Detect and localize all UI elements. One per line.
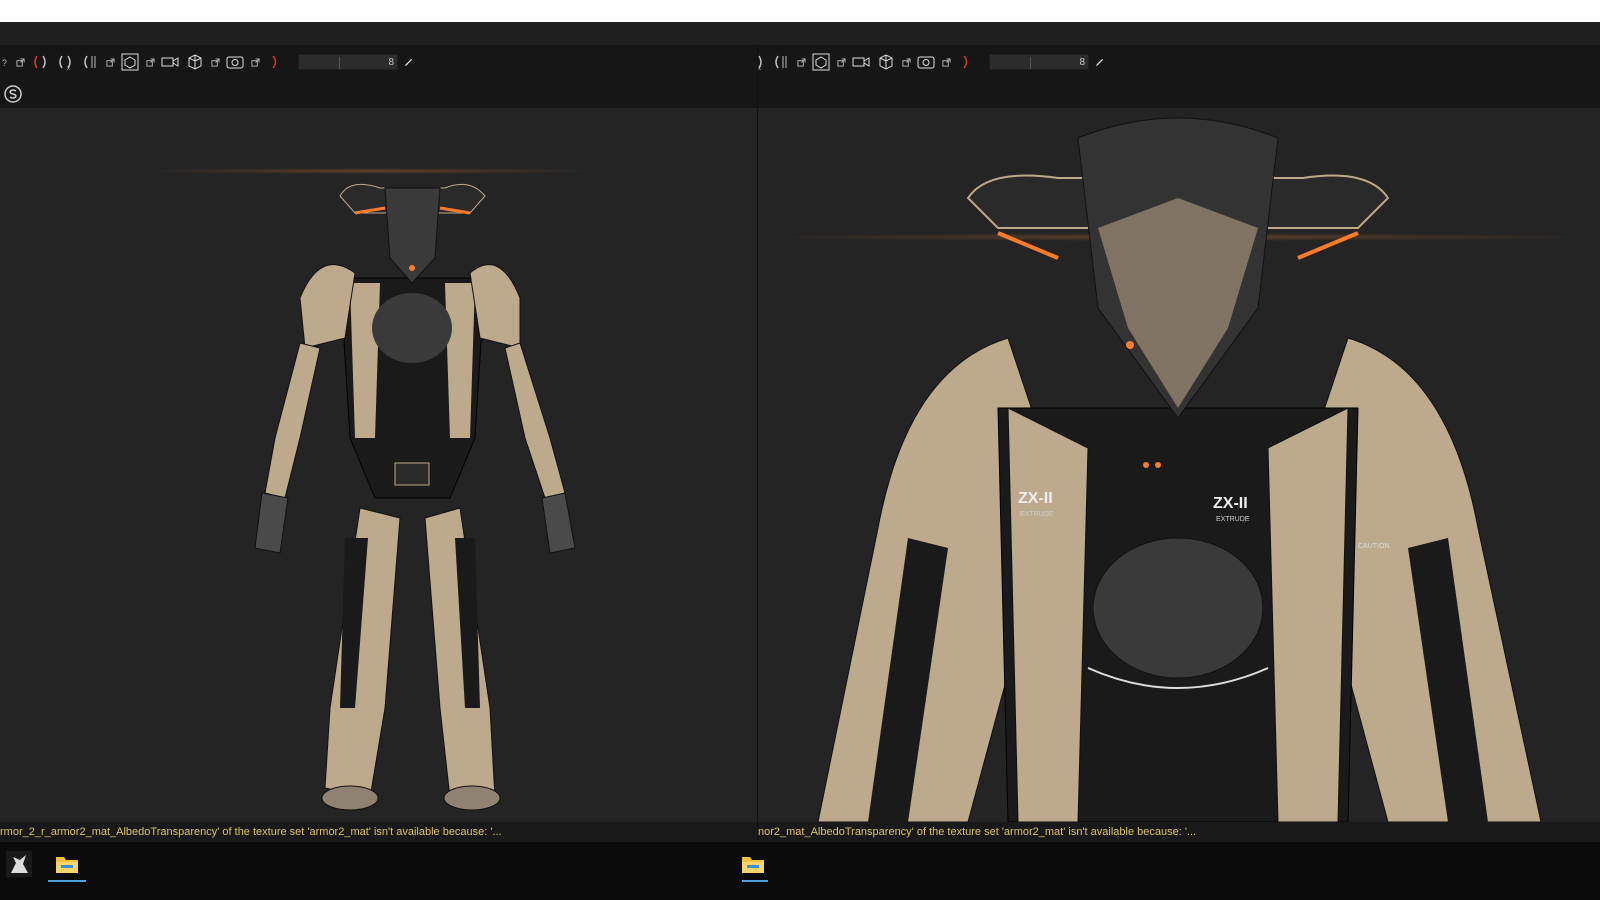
popout-icon[interactable] — [250, 52, 260, 72]
svg-text:x: x — [67, 66, 70, 71]
file-explorer-icon[interactable] — [54, 851, 80, 877]
chest-label-right: ZX-II — [1213, 495, 1248, 512]
bracket-red-icon[interactable] — [265, 52, 285, 72]
svg-text:x: x — [758, 66, 761, 71]
viewport-toolbar-right: x 8 — [758, 45, 1600, 108]
caution-label: CAUTION — [1358, 543, 1390, 550]
popout-icon[interactable] — [836, 52, 846, 72]
armor-model-closeup: ZX-II EXTRUDE ZX-II EXTRUDE CAUTION — [758, 117, 1600, 823]
viewport-pane-right: x 8 ZX-II EXTRUDE ZX-II EXTRUDE CAUTION … — [757, 45, 1600, 842]
camera-video-icon[interactable] — [160, 52, 180, 72]
viewport-toolbar-left: ? x 8 — [0, 45, 757, 108]
popout-icon[interactable] — [105, 52, 115, 72]
status-message: nor2_mat_AlbedoTransparency' of the text… — [758, 826, 1197, 838]
svg-text:?: ? — [1, 58, 6, 67]
menu-strip — [0, 22, 1600, 45]
file-explorer-icon[interactable] — [740, 851, 766, 877]
help-icon[interactable]: ? — [0, 52, 10, 72]
camera-video-icon[interactable] — [851, 52, 871, 72]
popout-icon[interactable] — [941, 52, 951, 72]
active-indicator — [742, 880, 768, 882]
3d-box-icon[interactable] — [185, 52, 205, 72]
status-bar-left: rmor_2_r_armor2_mat_AlbedoTransparency' … — [0, 822, 757, 842]
brush-size-slider[interactable]: 8 — [989, 54, 1089, 70]
status-bar-right: nor2_mat_AlbedoTransparency' of the text… — [758, 822, 1600, 842]
view-cube-icon[interactable] — [811, 52, 831, 72]
chest-sublabel-right: EXTRUDE — [1216, 516, 1250, 523]
pencil-icon[interactable] — [1094, 52, 1104, 72]
armor-model-full-body — [140, 168, 600, 811]
slider-value: 8 — [1079, 57, 1085, 68]
slider-value: 8 — [388, 57, 394, 68]
chest-sublabel-left: EXTRUDE — [1020, 511, 1054, 518]
screenshot-camera-icon[interactable] — [916, 52, 936, 72]
popout-icon[interactable] — [210, 52, 220, 72]
taskbar — [0, 842, 1600, 900]
symmetry-grid-icon[interactable] — [80, 52, 100, 72]
viewport-pane-left: ? x 8 rmor_2_r_armor2_mat_AlbedoTranspar… — [0, 45, 757, 842]
symmetry-grid-icon[interactable] — [771, 52, 791, 72]
status-message: rmor_2_r_armor2_mat_AlbedoTransparency' … — [0, 826, 502, 838]
active-indicator — [48, 880, 86, 882]
chest-label-left: ZX-II — [1018, 490, 1053, 507]
popout-icon[interactable] — [15, 52, 25, 72]
symmetry-x-icon[interactable]: x — [55, 52, 75, 72]
brush-size-slider[interactable]: 8 — [298, 54, 398, 70]
3d-viewport-right[interactable]: ZX-II EXTRUDE ZX-II EXTRUDE CAUTION — [758, 108, 1600, 823]
symmetry-x-icon[interactable]: x — [758, 52, 766, 72]
substance-logo-icon[interactable] — [4, 85, 22, 103]
popout-icon[interactable] — [901, 52, 911, 72]
bracket-red-icon[interactable] — [956, 52, 976, 72]
symmetry-icon[interactable] — [30, 52, 50, 72]
popout-icon[interactable] — [796, 52, 806, 72]
screenshot-camera-icon[interactable] — [225, 52, 245, 72]
app-icon[interactable] — [6, 851, 32, 877]
view-cube-icon[interactable] — [120, 52, 140, 72]
3d-box-icon[interactable] — [876, 52, 896, 72]
title-strip — [0, 0, 1600, 22]
pencil-icon[interactable] — [403, 52, 413, 72]
popout-icon[interactable] — [145, 52, 155, 72]
3d-viewport-left[interactable] — [0, 108, 757, 822]
